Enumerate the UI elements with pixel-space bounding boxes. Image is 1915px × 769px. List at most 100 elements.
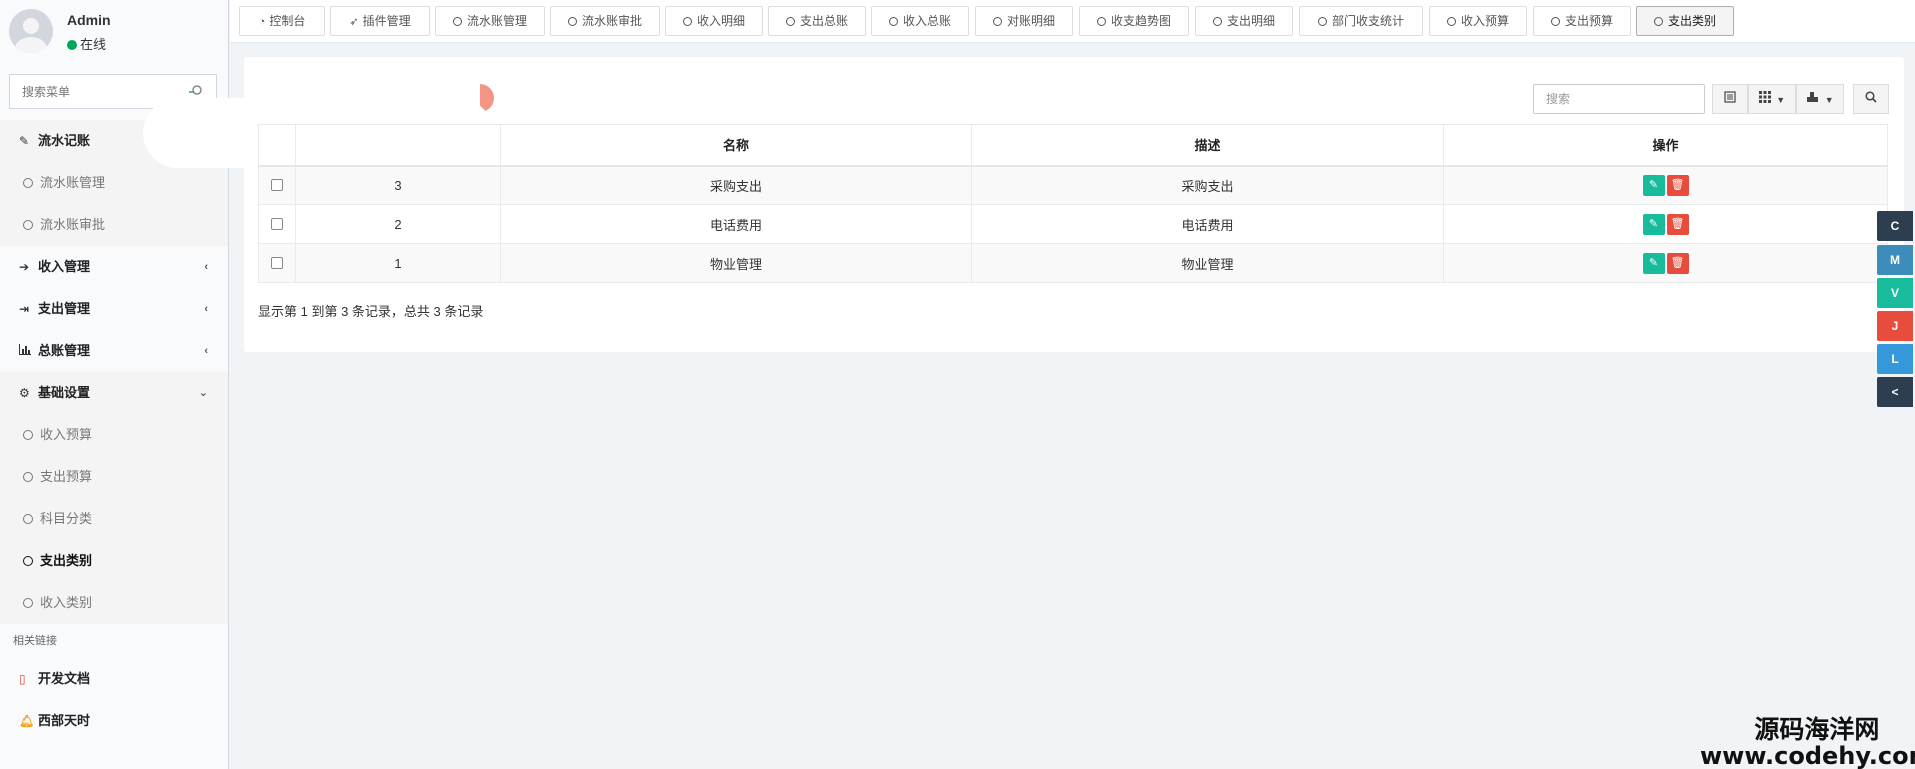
- avatar: [9, 9, 53, 53]
- float-button-v[interactable]: V: [1877, 278, 1913, 308]
- table-header-row: 名称 描述 操作: [258, 124, 1888, 167]
- circle-icon: [992, 17, 1002, 26]
- sidebar-item-basic[interactable]: ⚙ 基础设置 ⌄: [0, 372, 228, 414]
- circle-icon: [1317, 17, 1327, 26]
- float-button-collapse[interactable]: <: [1877, 377, 1913, 407]
- sidebar-item-subject-category[interactable]: 科目分类: [0, 498, 228, 540]
- tab-dept-stats[interactable]: 部门收支统计: [1299, 6, 1423, 36]
- columns-button[interactable]: ▼: [1748, 84, 1796, 114]
- sidebar-item-income-category[interactable]: 收入类别: [0, 582, 228, 624]
- tab-income-budget[interactable]: 收入预算: [1429, 6, 1527, 36]
- table-row: 3 采购支出 采购支出 ✎ 🗑︎: [258, 165, 1888, 205]
- tab-income-detail[interactable]: 收入明细: [665, 6, 763, 36]
- menu-search-input[interactable]: [10, 75, 170, 108]
- circle-icon: [23, 220, 33, 230]
- float-button-j[interactable]: J: [1877, 311, 1913, 341]
- user-name: Admin: [67, 12, 111, 28]
- search-icon[interactable]: [188, 83, 204, 99]
- name-cell: 电话费用: [500, 204, 972, 244]
- th-icon: [1758, 91, 1774, 106]
- user-panel: Admin 在线: [0, 0, 228, 62]
- sidebar-item-west[interactable]: 🔔︎ 西部天时: [0, 700, 228, 742]
- desc-cell: 电话费用: [971, 204, 1444, 244]
- float-button-c[interactable]: C: [1877, 211, 1913, 241]
- list-icon: [1724, 91, 1736, 106]
- dashboard-icon: ◔: [258, 16, 266, 28]
- caret-down-icon: ▼: [1824, 95, 1834, 105]
- chevron-left-icon: ‹: [204, 303, 208, 315]
- name-cell: 采购支出: [500, 165, 972, 205]
- tab-income-ledger[interactable]: 收入总账: [871, 6, 969, 36]
- id-header: [295, 124, 501, 167]
- edit-button[interactable]: ✎: [1642, 252, 1665, 274]
- tab-liushui-manage[interactable]: 流水账管理: [435, 6, 545, 36]
- tab-reconcile-detail[interactable]: 对账明细: [975, 6, 1073, 36]
- sidebar-item-expense-category[interactable]: 支出类别: [0, 540, 228, 582]
- name-cell: 物业管理: [500, 243, 972, 283]
- gear-icon: ⚙: [19, 386, 30, 400]
- watermark-title: 源码海洋网: [1754, 715, 1880, 744]
- tab-trend-chart[interactable]: 收支趋势图: [1079, 6, 1189, 36]
- circle-icon: [1446, 17, 1456, 26]
- circle-icon: [452, 17, 462, 26]
- circle-icon: [1096, 17, 1106, 26]
- id-cell: 1: [295, 243, 501, 283]
- tab-expense-detail[interactable]: 支出明细: [1195, 6, 1293, 36]
- sidebar-item-income[interactable]: ➔ 收入管理 ‹: [0, 246, 228, 288]
- sidebar-menu: ✎ 流水记账 流水账管理 流水账审批 ➔ 收入管理 ‹ ⇥ 支出管理 ‹ 总账管理 ‹…: [0, 120, 228, 742]
- desc-header: 描述: [971, 124, 1444, 167]
- sidebar-item-expense[interactable]: ⇥ 支出管理 ‹: [0, 288, 228, 330]
- name-header: 名称: [500, 124, 972, 167]
- user-status-label: 在线: [80, 37, 107, 52]
- watermark-url: www.codehy.com: [1700, 742, 1915, 769]
- circle-icon: [23, 472, 33, 482]
- sidebar-item-ledger[interactable]: 总账管理 ‹: [0, 330, 228, 372]
- circle-icon: [785, 17, 795, 26]
- sign-in-icon: ➔: [19, 260, 30, 274]
- tab-liushui-review[interactable]: 流水账审批: [550, 6, 660, 36]
- ops-header: 操作: [1443, 124, 1888, 167]
- sidebar-item-liushui-manage[interactable]: 流水账管理: [0, 162, 228, 204]
- delete-button[interactable]: 🗑︎: [1666, 252, 1689, 274]
- tab-expense-category[interactable]: 支出类别: [1636, 6, 1734, 36]
- float-button-l[interactable]: L: [1877, 344, 1913, 374]
- toggle-view-button[interactable]: [1712, 84, 1748, 114]
- float-button-m[interactable]: M: [1877, 245, 1913, 275]
- bar-chart-icon: [19, 330, 33, 372]
- export-button[interactable]: ▼: [1796, 84, 1844, 114]
- data-table: 名称 描述 操作 3 采购支出 采购支出 ✎ 🗑︎ 2 电话费用 电话费用 ✎ 🗑︎…: [258, 124, 1888, 283]
- search-icon: [1865, 91, 1877, 106]
- id-cell: 2: [295, 204, 501, 244]
- circle-icon: [682, 17, 692, 26]
- row-checkbox[interactable]: [271, 217, 283, 230]
- export-icon: [1806, 92, 1822, 106]
- rocket-icon: ➶: [349, 16, 359, 28]
- tab-bar: ◔ 控制台 ➶ 插件管理 流水账管理 流水账审批 收入明细 支出总账 收入总账 对账…: [230, 0, 1915, 43]
- delete-button[interactable]: 🗑︎: [1666, 174, 1689, 196]
- circle-icon: [23, 430, 33, 440]
- delete-button[interactable]: 🗑︎: [1666, 213, 1689, 235]
- tab-dashboard[interactable]: ◔ 控制台: [239, 6, 325, 36]
- sidebar-item-income-budget[interactable]: 收入预算: [0, 414, 228, 456]
- row-checkbox[interactable]: [271, 178, 283, 191]
- select-all-header: [258, 124, 296, 167]
- bell-icon: 🔔︎: [19, 714, 35, 728]
- sidebar-item-liushui-review[interactable]: 流水账审批: [0, 204, 228, 246]
- pdf-icon: ▯: [19, 672, 26, 686]
- user-status: 在线: [67, 34, 106, 53]
- tab-expense-budget[interactable]: 支出预算: [1533, 6, 1631, 36]
- search-toggle-button[interactable]: [1853, 84, 1889, 114]
- circle-icon: [888, 17, 898, 26]
- row-checkbox[interactable]: [271, 256, 283, 269]
- table-search-input[interactable]: 搜索: [1533, 84, 1705, 114]
- edit-button[interactable]: ✎: [1642, 213, 1665, 235]
- caret-down-icon: ▼: [1776, 95, 1786, 105]
- sidebar-item-expense-budget[interactable]: 支出预算: [0, 456, 228, 498]
- chevron-down-icon: ⌄: [198, 387, 208, 399]
- sidebar-item-dev-docs[interactable]: ▯ 开发文档: [0, 658, 228, 700]
- tab-plugins[interactable]: ➶ 插件管理: [330, 6, 430, 36]
- pagination-summary: 显示第 1 到第 3 条记录，总共 3 条记录: [258, 304, 484, 319]
- edit-button[interactable]: ✎: [1642, 174, 1665, 196]
- sign-out-icon: ⇥: [19, 302, 30, 316]
- tab-expense-ledger[interactable]: 支出总账: [768, 6, 866, 36]
